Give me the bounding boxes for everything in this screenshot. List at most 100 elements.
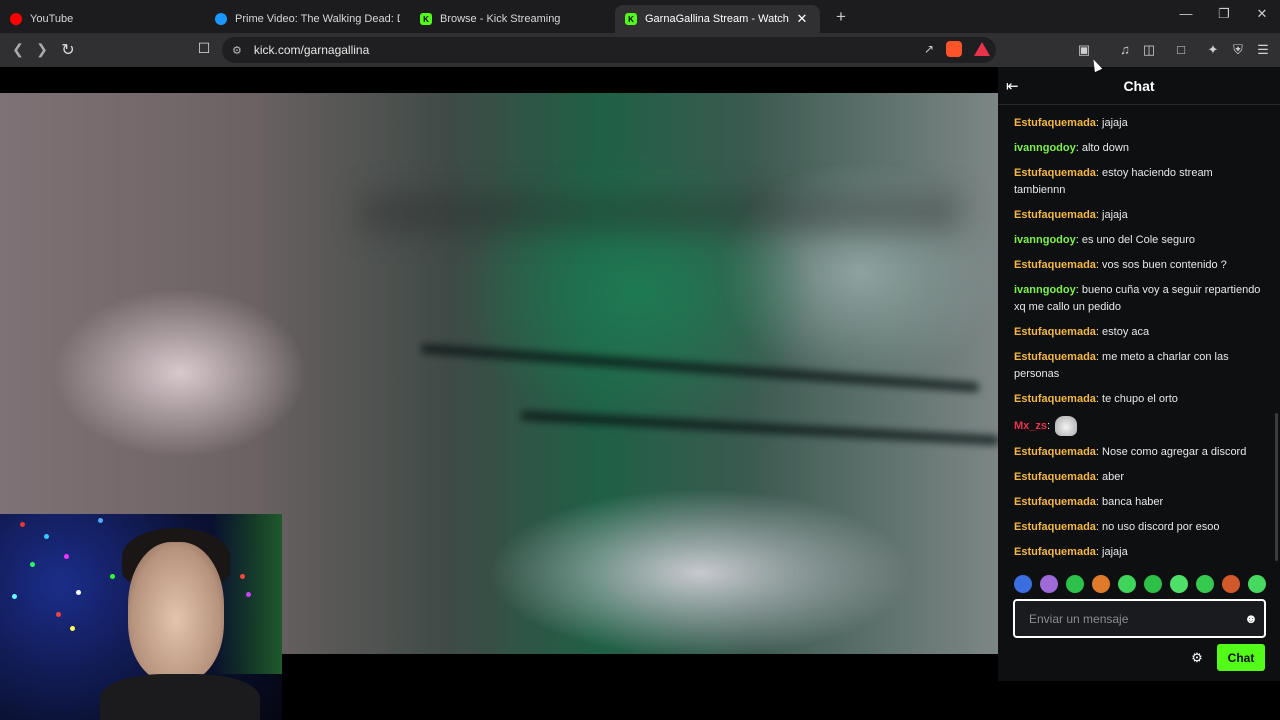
chat-username[interactable]: ivanngodoy bbox=[1014, 284, 1076, 296]
wallet-icon[interactable]: □ bbox=[1172, 41, 1190, 59]
tab-title: Browse - Kick Streaming bbox=[440, 13, 561, 25]
new-tab-button[interactable]: + bbox=[832, 7, 850, 27]
chat-username[interactable]: Estufaquemada bbox=[1014, 326, 1096, 338]
forward-icon[interactable]: ❯ bbox=[30, 41, 54, 58]
chat-username[interactable]: Estufaquemada bbox=[1014, 521, 1096, 533]
chat-message: Estufaquemada: aber bbox=[1014, 469, 1266, 486]
maximize-icon[interactable]: ❐ bbox=[1214, 6, 1234, 22]
chat-message-text: vos sos buen contenido ? bbox=[1102, 259, 1227, 271]
emote-4-icon[interactable] bbox=[1092, 575, 1110, 593]
site-info-icon[interactable]: ⚙ bbox=[232, 44, 242, 57]
chat-username[interactable]: ivanngodoy bbox=[1014, 234, 1076, 246]
emote-2-icon[interactable] bbox=[1040, 575, 1058, 593]
chat-message-text: jajaja bbox=[1102, 209, 1128, 221]
youtube-icon bbox=[10, 13, 22, 25]
reload-icon[interactable]: ↻ bbox=[56, 40, 80, 60]
chat-message-text: Nose como agregar a discord bbox=[1102, 446, 1247, 458]
sidebar-toggle-icon[interactable]: ◫ bbox=[1140, 41, 1158, 59]
emote-9-icon[interactable] bbox=[1222, 575, 1240, 593]
chat-message: Estufaquemada: no uso discord por esoo bbox=[1014, 519, 1266, 536]
kick-icon: K bbox=[625, 13, 637, 25]
chat-message: Estufaquemada: jajaja bbox=[1014, 207, 1266, 224]
chat-username[interactable]: Estufaquemada bbox=[1014, 259, 1096, 271]
chat-username[interactable]: ivanngodoy bbox=[1014, 142, 1076, 154]
chat-header: ⇤ Chat bbox=[998, 67, 1280, 105]
chat-input-box[interactable]: ☻ bbox=[1013, 599, 1266, 638]
page-content: ⇤ Chat Estufaquemada: jajaja ivanngodoy: … bbox=[0, 67, 1280, 720]
window-close-icon[interactable]: ✕ bbox=[1252, 6, 1272, 22]
tab-title: Prime Video: The Walking Dead: Dea bbox=[235, 13, 400, 25]
tab-title: YouTube bbox=[30, 13, 74, 25]
chat-message-text: es uno del Cole seguro bbox=[1081, 234, 1195, 246]
emote-5-icon[interactable] bbox=[1118, 575, 1136, 593]
chat-message: Mx_zs: bbox=[1014, 416, 1266, 436]
chat-message: Estufaquemada: estoy aca bbox=[1014, 324, 1266, 341]
tab-title: GarnaGallina Stream - Watch bbox=[645, 13, 789, 25]
streamer-webcam-overlay bbox=[0, 514, 282, 720]
quick-emote-bar bbox=[1014, 575, 1266, 595]
send-chat-button[interactable]: Chat bbox=[1217, 644, 1265, 671]
emote-6-icon[interactable] bbox=[1144, 575, 1162, 593]
chat-message-text: no uso discord por esoo bbox=[1102, 521, 1220, 533]
chat-message-text: banca haber bbox=[1102, 496, 1164, 508]
prime-video-icon bbox=[215, 13, 227, 25]
chat-message-text: estoy aca bbox=[1102, 326, 1150, 338]
chat-message: ivanngodoy: es uno del Cole seguro bbox=[1014, 232, 1266, 249]
tab-close-icon[interactable]: ✕ bbox=[794, 11, 810, 27]
chat-title: Chat bbox=[1123, 77, 1155, 94]
chat-message: ivanngodoy: bueno cuña voy a seguir repa… bbox=[1014, 282, 1266, 316]
chat-username[interactable]: Estufaquemada bbox=[1014, 167, 1096, 179]
chat-message-text: aber bbox=[1102, 471, 1125, 483]
emote-3-icon[interactable] bbox=[1066, 575, 1084, 593]
chat-username[interactable]: Estufaquemada bbox=[1014, 471, 1096, 483]
browser-tab[interactable]: K Browse - Kick Streaming bbox=[410, 5, 615, 33]
chat-username[interactable]: Estufaquemada bbox=[1014, 117, 1096, 129]
bookmark-icon[interactable]: ☐ bbox=[192, 40, 216, 57]
address-bar[interactable]: ⚙ kick.com/garnagallina ↗ bbox=[222, 37, 996, 63]
chat-message-text: jajaja bbox=[1102, 117, 1128, 129]
chat-username[interactable]: Estufaquemada bbox=[1014, 496, 1096, 508]
chat-message-input[interactable] bbox=[1015, 611, 1238, 626]
collapse-chat-icon[interactable]: ⇤ bbox=[1006, 77, 1019, 95]
emote-8-icon[interactable] bbox=[1196, 575, 1214, 593]
chat-username[interactable]: Estufaquemada bbox=[1014, 351, 1096, 363]
chat-message-text: alto down bbox=[1081, 142, 1129, 154]
chat-username[interactable]: Estufaquemada bbox=[1014, 546, 1096, 558]
brave-rewards-icon[interactable] bbox=[974, 42, 990, 56]
chat-message: Estufaquemada: estoy haciendo stream tam… bbox=[1014, 165, 1266, 199]
chat-username[interactable]: Estufaquemada bbox=[1014, 446, 1096, 458]
brave-shields-icon[interactable] bbox=[946, 41, 962, 57]
browser-toolbar: ❮ ❯ ↻ ☐ ⚙ kick.com/garnagallina ↗ ▣ ♫ ◫ … bbox=[0, 33, 1280, 67]
emote-7-icon[interactable] bbox=[1170, 575, 1188, 593]
cat-emote bbox=[1055, 416, 1078, 436]
vpn-shield-icon[interactable]: ⛨ bbox=[1229, 41, 1247, 59]
chat-scrollbar[interactable] bbox=[1275, 413, 1278, 561]
minimize-icon[interactable]: — bbox=[1176, 6, 1196, 21]
kick-icon: K bbox=[420, 13, 432, 25]
share-icon[interactable]: ↗ bbox=[924, 42, 934, 56]
chat-settings-icon[interactable]: ⚙ bbox=[1188, 650, 1206, 666]
chat-username[interactable]: Mx_zs bbox=[1014, 420, 1047, 432]
chat-message: Estufaquemada: te chupo el orto bbox=[1014, 391, 1266, 408]
emoji-picker-icon[interactable]: ☻ bbox=[1238, 611, 1264, 626]
browser-tab[interactable]: YouTube bbox=[0, 5, 205, 33]
browser-tab-bar: YouTube Prime Video: The Walking Dead: De… bbox=[0, 0, 1280, 33]
leo-ai-icon[interactable]: ✦ bbox=[1204, 41, 1222, 59]
browser-tab[interactable]: K GarnaGallina Stream - Watch ✕ bbox=[615, 5, 820, 33]
chat-message: ivanngodoy: alto down bbox=[1014, 140, 1266, 157]
chat-message: Estufaquemada: Nose como agregar a disco… bbox=[1014, 444, 1266, 461]
chat-username[interactable]: Estufaquemada bbox=[1014, 209, 1096, 221]
emote-10-icon[interactable] bbox=[1248, 575, 1266, 593]
tab-search-icon[interactable]: ▣ bbox=[1075, 41, 1093, 59]
menu-icon[interactable]: ☰ bbox=[1254, 41, 1272, 59]
chat-message-list: Estufaquemada: jajaja ivanngodoy: alto do… bbox=[1014, 115, 1266, 569]
emote-1-icon[interactable] bbox=[1014, 575, 1032, 593]
media-control-icon[interactable]: ♫ bbox=[1116, 41, 1134, 59]
chat-message: Estufaquemada: jajaja bbox=[1014, 544, 1266, 561]
browser-tab[interactable]: Prime Video: The Walking Dead: Dea bbox=[205, 5, 410, 33]
chat-message-text: jajaja bbox=[1102, 546, 1128, 558]
chat-message: Estufaquemada: banca haber bbox=[1014, 494, 1266, 511]
chat-message: Estufaquemada: vos sos buen contenido ? bbox=[1014, 257, 1266, 274]
back-icon[interactable]: ❮ bbox=[6, 41, 30, 58]
chat-username[interactable]: Estufaquemada bbox=[1014, 393, 1096, 405]
